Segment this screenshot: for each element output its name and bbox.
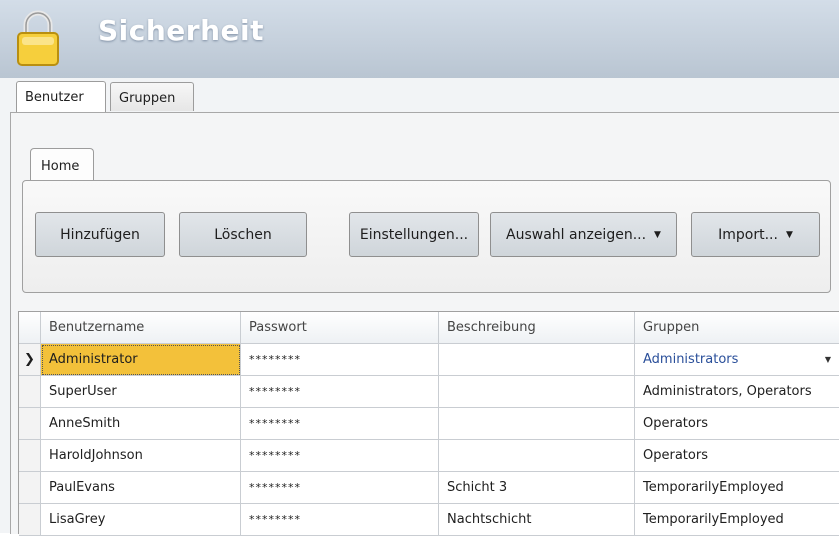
table-row[interactable]: PaulEvans ******** Schicht 3 Temporarily… bbox=[19, 472, 839, 504]
column-header-password[interactable]: Passwort bbox=[241, 312, 439, 344]
table-row[interactable]: LisaGrey ******** Nachtschicht Temporari… bbox=[19, 504, 839, 536]
description-cell[interactable] bbox=[439, 376, 635, 408]
show-selection-label: Auswahl anzeigen... bbox=[506, 226, 647, 243]
row-selector[interactable] bbox=[19, 376, 41, 408]
add-button-label: Hinzufügen bbox=[60, 226, 140, 243]
settings-button-label: Einstellungen... bbox=[359, 226, 469, 243]
table-row[interactable]: SuperUser ******** Administrators, Opera… bbox=[19, 376, 839, 408]
add-button[interactable]: Hinzufügen bbox=[35, 212, 165, 257]
password-cell[interactable]: ******** bbox=[241, 376, 439, 408]
page-title: Sicherheit bbox=[98, 14, 264, 47]
password-cell[interactable]: ******** bbox=[241, 472, 439, 504]
username-cell[interactable]: PaulEvans bbox=[41, 472, 241, 504]
username-cell[interactable]: Administrator bbox=[41, 344, 241, 376]
row-selector-header bbox=[19, 312, 41, 344]
username-cell[interactable]: LisaGrey bbox=[41, 504, 241, 536]
description-cell[interactable] bbox=[439, 344, 635, 376]
username-cell[interactable]: SuperUser bbox=[41, 376, 241, 408]
settings-button[interactable]: Einstellungen... bbox=[349, 212, 479, 257]
row-selector[interactable] bbox=[19, 472, 41, 504]
chevron-down-icon: ▼ bbox=[785, 229, 793, 240]
current-row-arrow-icon: ❯ bbox=[19, 344, 41, 376]
tab-benutzer[interactable]: Benutzer bbox=[16, 81, 106, 112]
password-cell[interactable]: ******** bbox=[241, 344, 439, 376]
chevron-down-icon: ▼ bbox=[654, 229, 661, 240]
password-cell[interactable]: ******** bbox=[241, 408, 439, 440]
lock-icon bbox=[17, 10, 59, 66]
username-cell[interactable]: HaroldJohnson bbox=[41, 440, 241, 472]
users-grid: Benutzername Passwort Beschreibung Grupp… bbox=[18, 311, 839, 536]
column-header-description[interactable]: Beschreibung bbox=[439, 312, 635, 344]
row-selector[interactable] bbox=[19, 440, 41, 472]
show-selection-button[interactable]: Auswahl anzeigen... ▼ bbox=[490, 212, 677, 257]
groups-cell[interactable]: TemporarilyEmployed bbox=[635, 472, 839, 504]
delete-button[interactable]: Löschen bbox=[179, 212, 307, 257]
password-cell[interactable]: ******** bbox=[241, 504, 439, 536]
groups-cell-value: Administrators bbox=[643, 352, 739, 367]
table-row[interactable]: ❯ Administrator ******** Administrators … bbox=[19, 344, 839, 376]
groups-cell[interactable]: Operators bbox=[635, 408, 839, 440]
import-button[interactable]: Import... ▼ bbox=[691, 212, 820, 257]
description-cell[interactable] bbox=[439, 408, 635, 440]
description-cell[interactable]: Nachtschicht bbox=[439, 504, 635, 536]
column-header-groups[interactable]: Gruppen bbox=[635, 312, 839, 344]
delete-button-label: Löschen bbox=[214, 226, 272, 243]
tab-gruppen[interactable]: Gruppen bbox=[110, 82, 194, 111]
column-header-username[interactable]: Benutzername bbox=[41, 312, 241, 344]
import-button-label: Import... bbox=[718, 226, 778, 243]
header-bar: Sicherheit bbox=[0, 0, 839, 78]
groups-dropdown-icon[interactable]: ▼ bbox=[825, 355, 831, 364]
groups-cell[interactable]: Operators bbox=[635, 440, 839, 472]
table-row[interactable]: AnneSmith ******** Operators bbox=[19, 408, 839, 440]
username-cell[interactable]: AnneSmith bbox=[41, 408, 241, 440]
ribbon-tab-home[interactable]: Home bbox=[30, 148, 94, 180]
description-cell[interactable]: Schicht 3 bbox=[439, 472, 635, 504]
description-cell[interactable] bbox=[439, 440, 635, 472]
groups-cell[interactable]: Administrators, Operators bbox=[635, 376, 839, 408]
groups-cell[interactable]: TemporarilyEmployed bbox=[635, 504, 839, 536]
grid-header-row: Benutzername Passwort Beschreibung Grupp… bbox=[19, 312, 839, 344]
row-selector[interactable] bbox=[19, 504, 41, 536]
groups-cell[interactable]: Administrators ▼ bbox=[635, 344, 839, 376]
password-cell[interactable]: ******** bbox=[241, 440, 439, 472]
table-row[interactable]: HaroldJohnson ******** Operators bbox=[19, 440, 839, 472]
row-selector[interactable] bbox=[19, 408, 41, 440]
